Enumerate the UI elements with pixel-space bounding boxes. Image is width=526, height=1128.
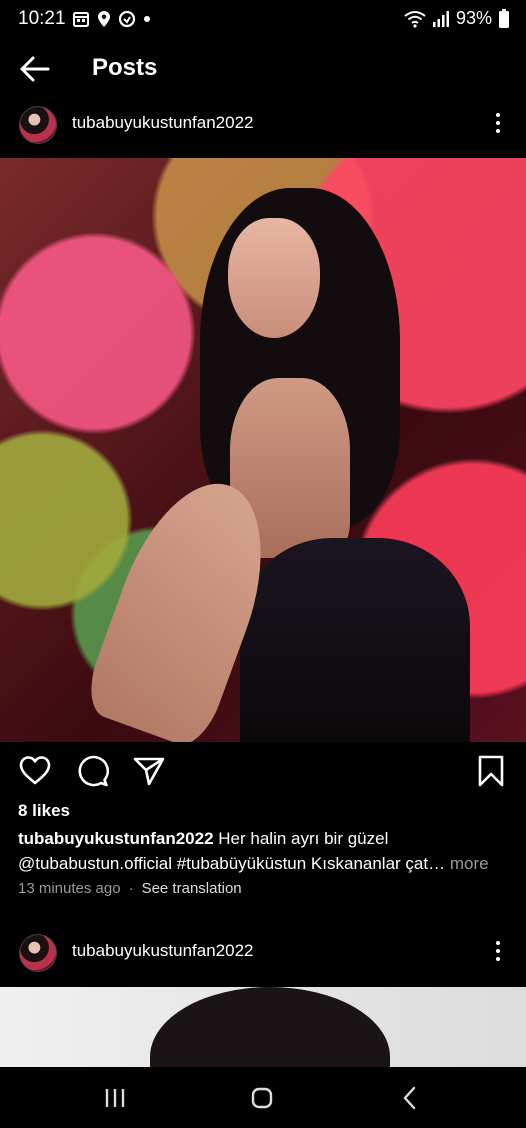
post-meta: 13 minutes ago · See translation <box>18 880 242 897</box>
post-header: tubabuyukustunfan2022 <box>0 95 526 155</box>
back-button[interactable] <box>18 54 52 84</box>
post-username-2[interactable]: tubabuyukustunfan2022 <box>72 941 254 961</box>
avatar[interactable] <box>19 106 57 144</box>
system-nav-bar <box>0 1067 526 1128</box>
more-options-button[interactable] <box>488 109 508 141</box>
comment-icon <box>78 755 110 787</box>
avatar[interactable] <box>19 934 57 972</box>
send-icon <box>133 757 165 786</box>
status-time: 10:21 <box>18 8 66 29</box>
heart-icon <box>19 756 51 785</box>
recent-apps-icon <box>105 1089 125 1107</box>
arrow-left-icon <box>20 56 50 82</box>
post-username[interactable]: tubabuyukustunfan2022 <box>72 113 254 133</box>
likes-count[interactable]: 8 likes <box>18 801 70 821</box>
home-icon <box>251 1087 273 1109</box>
more-vertical-icon <box>496 113 500 117</box>
post-header-2: tubabuyukustunfan2022 <box>0 923 526 983</box>
recent-apps-button[interactable] <box>95 1082 135 1114</box>
dot-icon <box>144 16 150 22</box>
app-header: Posts <box>0 42 526 96</box>
share-button[interactable] <box>132 754 166 788</box>
system-back-button[interactable] <box>390 1082 430 1114</box>
like-button[interactable] <box>18 754 52 788</box>
post-image[interactable] <box>0 158 526 742</box>
wifi-icon <box>404 10 426 28</box>
save-button[interactable] <box>474 754 508 788</box>
location-pin-icon <box>98 11 110 27</box>
signal-icon <box>432 10 449 27</box>
caption-username[interactable]: tubabuyukustunfan2022 <box>18 829 214 848</box>
bookmark-icon <box>478 755 504 787</box>
page-title: Posts <box>92 54 158 81</box>
status-notification-icons <box>72 10 151 28</box>
battery-icon <box>499 8 509 28</box>
post-caption: tubabuyukustunfan2022 Her halin ayrı bir… <box>18 826 518 876</box>
sync-icon <box>118 10 136 28</box>
status-bar: 10:21 93% <box>0 0 526 40</box>
chevron-left-icon <box>403 1086 416 1110</box>
see-translation-link[interactable]: See translation <box>142 880 242 897</box>
more-vertical-icon <box>496 941 500 945</box>
post-timestamp: 13 minutes ago <box>18 880 121 897</box>
home-button[interactable] <box>242 1082 282 1114</box>
meta-separator: · <box>128 880 134 897</box>
caption-text-line2: @tubabustun.official #tubabüyüküstun Kıs… <box>18 854 446 873</box>
caption-text-line1: Her halin ayrı bir güzel <box>213 829 389 848</box>
post-image-2[interactable] <box>0 987 526 1067</box>
caption-more-link[interactable]: more <box>450 854 489 873</box>
post-actions <box>0 748 526 796</box>
calendar-icon <box>73 12 89 27</box>
comment-button[interactable] <box>76 754 110 788</box>
battery-percent: 93% <box>455 8 492 28</box>
more-options-button-2[interactable] <box>488 937 508 969</box>
status-system-icons: 93% <box>404 8 510 29</box>
